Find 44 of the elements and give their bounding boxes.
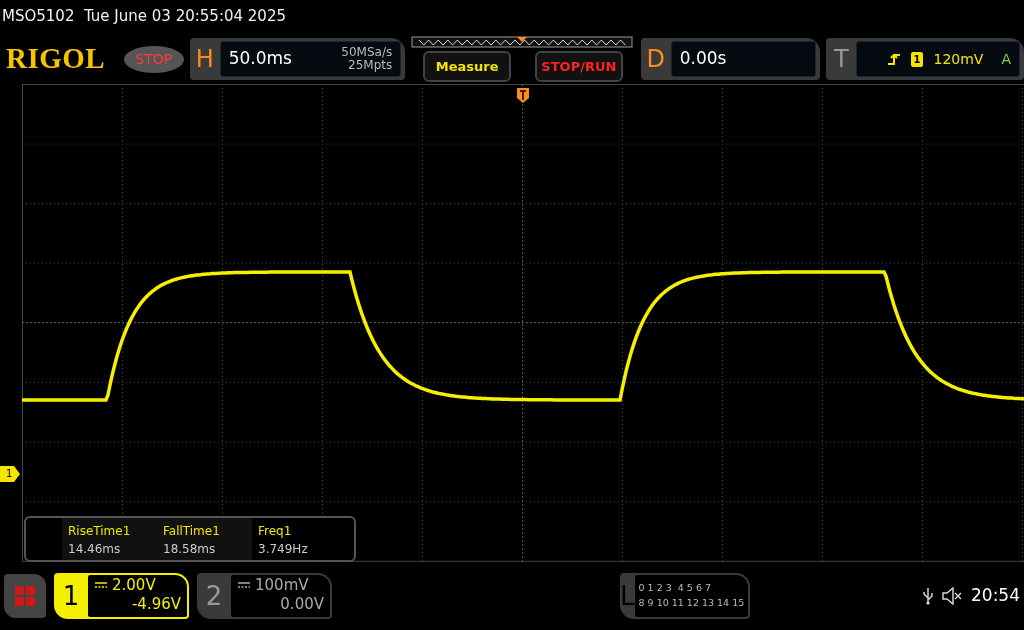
logic-label: L [620,579,635,613]
measurement-value: 3.749Hz [258,541,309,558]
muted-speaker-icon [941,587,963,605]
vertical-offset: 0.00V [279,594,324,614]
brand-logo: RIGOL [6,41,107,77]
clock: 20:54 [971,584,1020,608]
measurement-name: RiseTime1 [68,523,132,540]
logic-channel-row-text: 0 1 2 3 4 5 6 7 [638,581,712,595]
trigger-panel[interactable]: T 1 120mV A [826,38,1024,80]
horizontal-label: H [194,44,215,75]
channel-panel[interactable]: 2 100mV 0.00V [197,573,332,619]
delay-panel[interactable]: D 0.00s [640,38,821,80]
measurement-name: Freq1 [258,523,293,540]
sample-rate: 50MSa/s [341,45,393,59]
horizontal-panel[interactable]: H 50.0ms 50MSa/s 25Mpts [189,38,406,80]
run-state-indicator: STOP [123,45,184,73]
delay-value: 0.00s [679,47,727,71]
measurement-value: 14.46ms [68,541,122,558]
grid-icon [14,585,36,607]
dc-coupling-icon [237,581,251,590]
status-line: MSO5102 Tue June 03 20:55:04 2025 [1,6,287,27]
vertical-scale: 2.00V [112,576,156,595]
menu-button[interactable] [4,574,46,618]
vertical-offset: -4.96V [130,594,181,614]
dc-coupling-icon [94,581,108,590]
delay-label: D [645,44,666,75]
trigger-label: T [833,44,850,75]
timebase-value: 50.0ms [228,47,292,71]
channel-number: 1 [61,579,81,613]
stop-run-button[interactable]: STOP/RUN [534,50,623,83]
memory-depth: 25Mpts [347,59,393,73]
measurement-name: FallTime1 [163,523,221,540]
channel-number: 2 [204,579,224,613]
rising-edge-icon [886,52,901,66]
usb-icon [923,587,933,605]
trigger-mode: A [1001,49,1011,69]
logic-channel-row-text: 8 9 10 11 12 13 14 15 [638,596,745,611]
trigger-level: 120mV [933,49,984,69]
measure-button[interactable]: Measure [423,50,512,83]
vertical-scale: 100mV [255,576,309,595]
channel-panel[interactable]: 1 2.00V -4.96V [54,573,189,619]
measurement-value: 18.58ms [163,541,217,558]
trigger-source-badge: 1 [910,51,924,67]
channel-marker[interactable]: 1 [0,466,20,482]
